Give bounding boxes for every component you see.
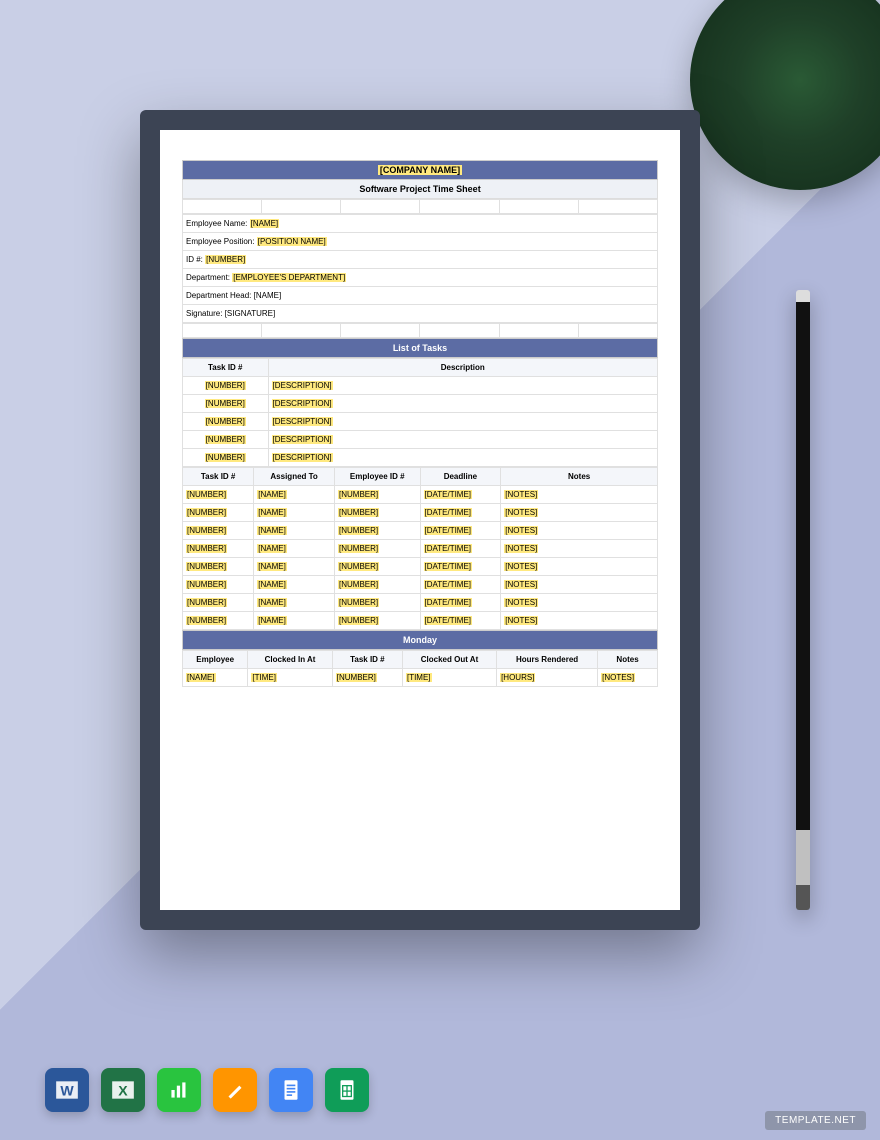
company-bar: [COMPANY NAME] [182, 160, 658, 180]
watermark: TEMPLATE.NET [765, 1111, 866, 1130]
company-name: [COMPANY NAME] [378, 165, 462, 175]
pen-decoration [796, 290, 810, 910]
col-day-hours: Hours Rendered [497, 651, 598, 669]
google-docs-icon[interactable] [269, 1068, 313, 1112]
excel-icon[interactable]: X [101, 1068, 145, 1112]
col-assign-to: Assigned To [254, 468, 335, 486]
col-day-id: Task ID # [332, 651, 402, 669]
col-task-id: Task ID # [183, 359, 269, 377]
pages-icon[interactable] [213, 1068, 257, 1112]
col-assign-emp: Employee ID # [335, 468, 421, 486]
table-row: [NUMBER][DESCRIPTION] [183, 431, 658, 449]
table-row: [NUMBER][DESCRIPTION] [183, 395, 658, 413]
day-table: Employee Clocked In At Task ID # Clocked… [182, 650, 658, 687]
row-employee-position: Employee Position: [POSITION NAME] [183, 233, 658, 251]
col-day-employee: Employee [183, 651, 248, 669]
col-task-desc: Description [268, 359, 658, 377]
col-day-out: Clocked Out At [402, 651, 496, 669]
document-page: [COMPANY NAME] Software Project Time She… [160, 130, 680, 910]
svg-text:W: W [60, 1082, 74, 1098]
table-row: [NUMBER][NAME][NUMBER][DATE/TIME][NOTES] [183, 522, 658, 540]
table-row: [NUMBER][NAME][NUMBER][DATE/TIME][NOTES] [183, 594, 658, 612]
table-row: [NUMBER][DESCRIPTION] [183, 449, 658, 467]
col-assign-deadline: Deadline [420, 468, 501, 486]
day-bar: Monday [182, 630, 658, 650]
numbers-icon[interactable] [157, 1068, 201, 1112]
table-row: [NUMBER][NAME][NUMBER][DATE/TIME][NOTES] [183, 558, 658, 576]
svg-text:X: X [118, 1082, 128, 1098]
row-department: Department: [EMPLOYEE'S DEPARTMENT] [183, 269, 658, 287]
row-signature: Signature: [SIGNATURE] [183, 305, 658, 323]
row-department-head: Department Head: [NAME] [183, 287, 658, 305]
col-assign-id: Task ID # [183, 468, 254, 486]
google-sheets-icon[interactable] [325, 1068, 369, 1112]
spacer-row [182, 323, 658, 338]
assign-table: Task ID # Assigned To Employee ID # Dead… [182, 467, 658, 630]
table-row: [NUMBER][NAME][NUMBER][DATE/TIME][NOTES] [183, 612, 658, 630]
table-row: [NUMBER][NAME][NUMBER][DATE/TIME][NOTES] [183, 504, 658, 522]
clipboard: [COMPANY NAME] Software Project Time She… [140, 110, 700, 930]
table-row: [NUMBER][NAME][NUMBER][DATE/TIME][NOTES] [183, 540, 658, 558]
col-day-notes: Notes [598, 651, 658, 669]
word-icon[interactable]: W [45, 1068, 89, 1112]
employee-info-table: Employee Name: [NAME] Employee Position:… [182, 214, 658, 323]
spacer-row [182, 199, 658, 214]
table-row: [NUMBER][DESCRIPTION] [183, 413, 658, 431]
page-title: Software Project Time Sheet [182, 180, 658, 199]
app-icons-row: W X [45, 1068, 369, 1112]
col-day-in: Clocked In At [248, 651, 332, 669]
tasks-table: Task ID # Description [NUMBER][DESCRIPTI… [182, 358, 658, 467]
table-row: [NUMBER][DESCRIPTION] [183, 377, 658, 395]
col-assign-notes: Notes [501, 468, 658, 486]
table-row: [NUMBER][NAME][NUMBER][DATE/TIME][NOTES] [183, 576, 658, 594]
table-row: [NAME][TIME][NUMBER][TIME][HOURS][NOTES] [183, 669, 658, 687]
tasks-bar: List of Tasks [182, 338, 658, 358]
row-employee-name: Employee Name: [NAME] [183, 215, 658, 233]
plant-decoration [690, 0, 880, 190]
row-employee-id: ID #: [NUMBER] [183, 251, 658, 269]
table-row: [NUMBER][NAME][NUMBER][DATE/TIME][NOTES] [183, 486, 658, 504]
